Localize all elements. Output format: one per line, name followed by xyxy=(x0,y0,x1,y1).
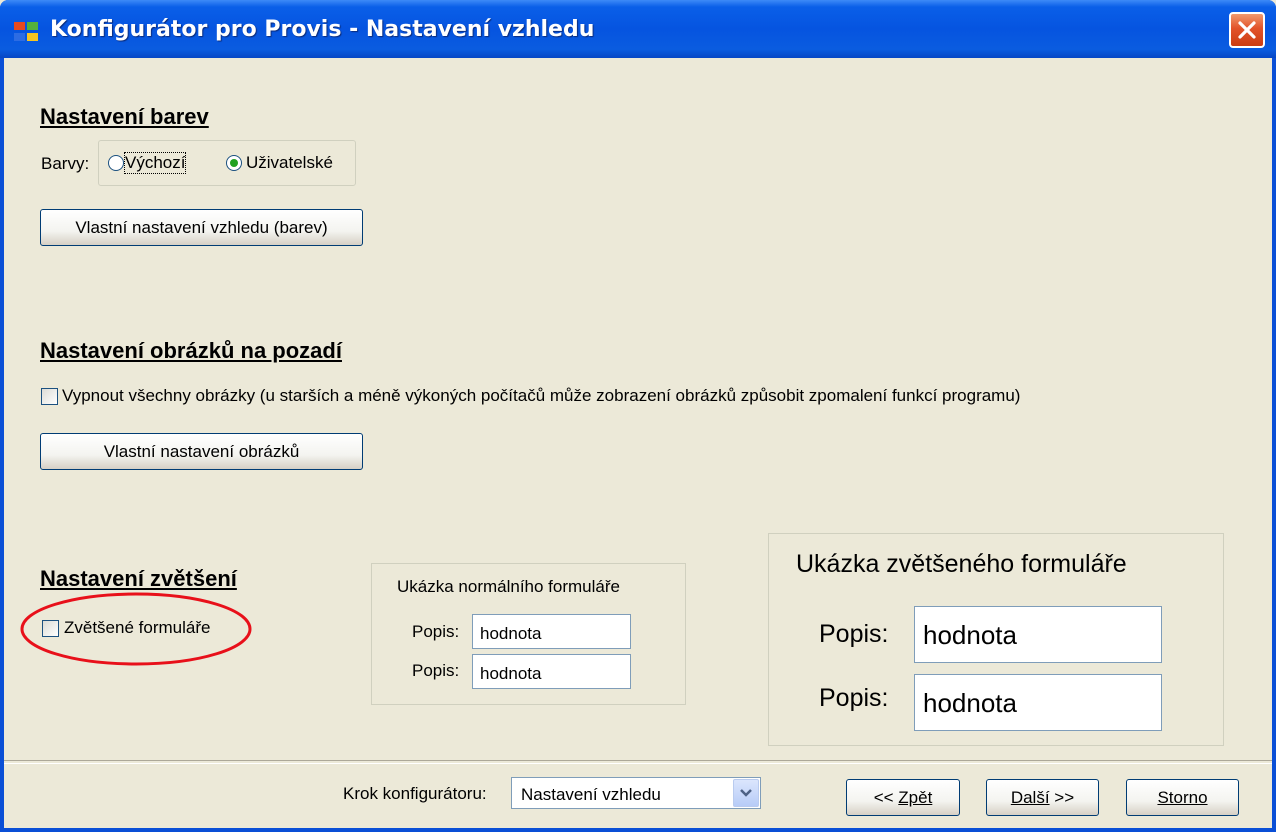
normal-sample-field-1: hodnota xyxy=(472,614,631,649)
app-icon xyxy=(14,22,40,42)
back-button[interactable]: << Zpět xyxy=(846,779,960,816)
custom-colors-button[interactable]: Vlastní nastavení vzhledu (barev) xyxy=(40,209,363,246)
cancel-button[interactable]: Storno xyxy=(1126,779,1239,816)
config-step-label: Krok konfigurátoru: xyxy=(343,784,487,803)
normal-sample-label-1: Popis: xyxy=(412,622,460,641)
next-button-suffix: >> xyxy=(1049,787,1075,807)
chevron-down-icon xyxy=(740,789,752,797)
large-sample-field-1: hodnota xyxy=(914,606,1162,663)
normal-sample-title: Ukázka normálního formuláře xyxy=(397,577,620,596)
radio-selected-dot xyxy=(230,159,238,167)
disable-images-label[interactable]: Vypnout všechny obrázky (u starších a mé… xyxy=(62,386,1020,406)
close-icon xyxy=(1238,21,1256,39)
large-sample-field-2: hodnota xyxy=(914,674,1162,731)
title-bar[interactable]: Konfigurátor pro Provis - Nastavení vzhl… xyxy=(0,0,1276,58)
annotation-ellipse xyxy=(20,592,252,666)
next-button[interactable]: Další >> xyxy=(986,779,1099,816)
window-frame-bottom xyxy=(0,828,1276,832)
radio-custom[interactable] xyxy=(226,155,242,171)
window-title: Konfigurátor pro Provis - Nastavení vzhl… xyxy=(50,17,595,42)
zoom-heading: Nastavení zvětšení xyxy=(40,566,237,591)
radio-default-label[interactable]: Výchozí xyxy=(123,152,187,174)
disable-images-checkbox[interactable] xyxy=(41,388,58,405)
normal-sample-field-2: hodnota xyxy=(472,654,631,689)
large-sample-title: Ukázka zvětšeného formuláře xyxy=(796,550,1127,578)
custom-images-button[interactable]: Vlastní nastavení obrázků xyxy=(40,433,363,470)
radio-custom-label[interactable]: Uživatelské xyxy=(246,153,333,173)
large-sample-label-2: Popis: xyxy=(819,684,889,712)
close-button[interactable] xyxy=(1229,12,1265,48)
footer-separator xyxy=(4,760,1272,764)
config-step-value: Nastavení vzhledu xyxy=(521,785,661,804)
colors-label: Barvy: xyxy=(41,154,90,173)
back-button-prefix: << xyxy=(873,787,899,807)
colors-heading: Nastavení barev xyxy=(40,104,209,129)
images-heading: Nastavení obrázků na pozadí xyxy=(40,338,342,363)
large-sample-label-1: Popis: xyxy=(819,620,889,648)
select-dropdown-button[interactable] xyxy=(733,779,759,807)
next-button-label: Další xyxy=(1010,787,1050,807)
normal-sample-label-2: Popis: xyxy=(412,661,460,680)
cancel-button-label: Storno xyxy=(1157,787,1208,807)
back-button-label: Zpět xyxy=(898,787,933,807)
radio-default[interactable] xyxy=(108,155,124,171)
config-step-select[interactable]: Nastavení vzhledu xyxy=(511,777,761,809)
